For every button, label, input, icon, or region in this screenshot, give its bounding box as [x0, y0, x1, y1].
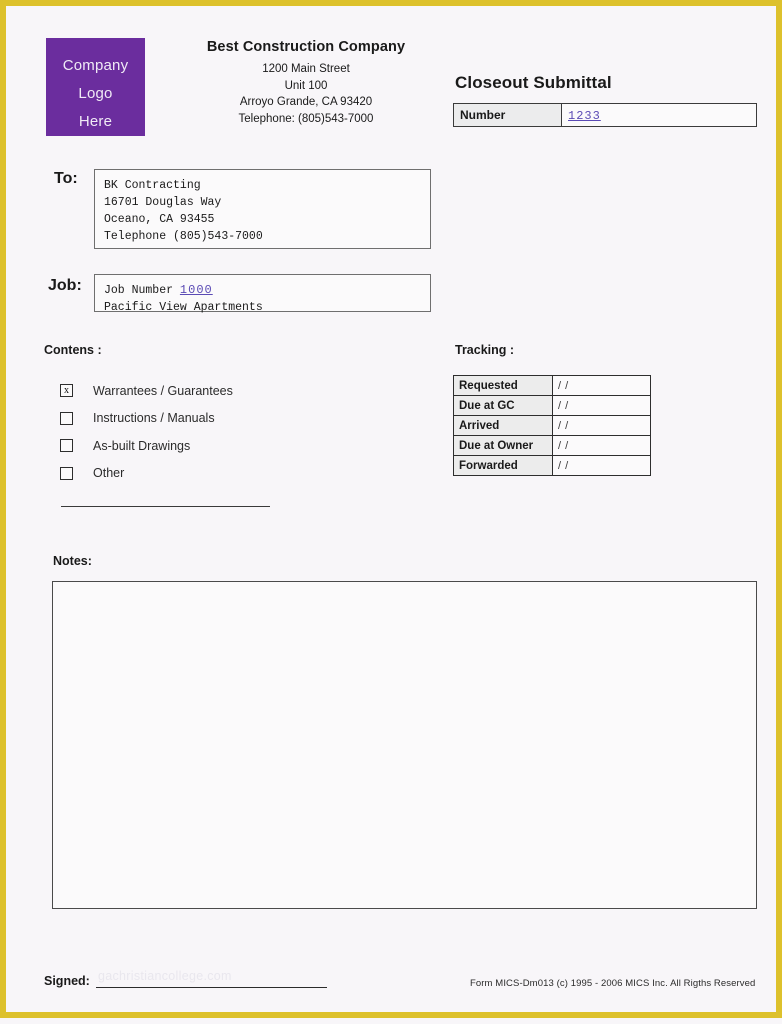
- checkbox-instructions-manuals[interactable]: [60, 411, 73, 425]
- signature-line[interactable]: [96, 987, 327, 988]
- company-address-line-3: Arroyo Grande, CA 93420: [239, 96, 373, 108]
- tracking-label-arrived: Arrived: [453, 415, 553, 436]
- notes-textarea[interactable]: [52, 581, 757, 909]
- list-item[interactable]: As-built Drawings: [60, 432, 233, 460]
- tracking-table: Requested / / Due at GC / / Arrived / / …: [453, 375, 651, 476]
- number-label: Number: [453, 103, 562, 127]
- recipient-address-box[interactable]: BK Contracting 16701 Douglas Way Oceano,…: [94, 169, 431, 249]
- other-write-in-rule[interactable]: [61, 506, 270, 507]
- job-number-prefix: Job Number: [104, 284, 174, 297]
- tracking-label-due-at-gc: Due at GC: [453, 395, 553, 416]
- table-row: Number 1233: [453, 103, 757, 127]
- tracking-label-forwarded: Forwarded: [453, 455, 553, 476]
- checkbox-as-built-drawings[interactable]: [60, 439, 73, 453]
- signed-label: Signed:: [44, 974, 90, 988]
- recipient-line-2: 16701 Douglas Way: [104, 196, 222, 209]
- tracking-caption: Tracking :: [455, 343, 515, 357]
- checkbox-warrantees-guarantees[interactable]: x: [60, 384, 73, 398]
- tracking-label-requested: Requested: [453, 375, 553, 396]
- logo-line-2: Logo: [78, 84, 113, 102]
- checkbox-other[interactable]: [60, 466, 73, 480]
- logo-line-3: Here: [78, 112, 113, 130]
- tracking-label-due-at-owner: Due at Owner: [453, 435, 553, 456]
- tracking-value-arrived[interactable]: / /: [552, 415, 651, 436]
- table-row: Requested / /: [453, 375, 651, 396]
- table-row: Due at Owner / /: [453, 435, 651, 456]
- checkbox-label-other: Other: [93, 466, 125, 481]
- form-copyright-credit: Form MICS-Dm013 (c) 1995 - 2006 MICS Inc…: [470, 978, 756, 989]
- checkbox-label-warrantees-guarantees: Warrantees / Guarantees: [93, 383, 233, 398]
- job-label: Job:: [48, 277, 82, 294]
- table-row: Arrived / /: [453, 415, 651, 436]
- page-title: Closeout Submittal: [455, 73, 612, 92]
- company-telephone: Telephone: (805)543-7000: [238, 112, 374, 125]
- recipient-line-4: Telephone (805)543-7000: [104, 230, 263, 243]
- checkbox-label-instructions-manuals: Instructions / Manuals: [93, 411, 215, 426]
- list-item[interactable]: Instructions / Manuals: [60, 405, 233, 433]
- company-address-line-2: Unit 100: [284, 79, 328, 92]
- company-info-block: Best Construction Company 1200 Main Stre…: [186, 39, 426, 127]
- company-address-line-1: 1200 Main Street: [262, 63, 350, 75]
- table-row: Forwarded / /: [453, 455, 651, 476]
- page-border: Company Logo Here Best Construction Comp…: [0, 0, 782, 1018]
- number-value-cell[interactable]: 1233: [561, 103, 757, 127]
- recipient-line-1: BK Contracting: [104, 179, 201, 192]
- tracking-value-due-at-owner[interactable]: / /: [552, 435, 651, 456]
- company-name: Best Construction Company: [206, 39, 406, 55]
- checkbox-label-as-built-drawings: As-built Drawings: [93, 438, 191, 453]
- notes-caption: Notes:: [53, 554, 92, 568]
- tracking-value-due-at-gc[interactable]: / /: [552, 395, 651, 416]
- tracking-value-forwarded[interactable]: / /: [552, 455, 651, 476]
- job-name: Pacific View Apartments: [104, 301, 263, 314]
- page-watermark: gachristiancollege.com: [98, 969, 232, 983]
- recipient-line-3: Oceano, CA 93455: [104, 213, 215, 226]
- list-item[interactable]: x Warrantees / Guarantees: [60, 377, 233, 405]
- company-logo-placeholder: Company Logo Here: [46, 38, 145, 136]
- contents-checkbox-list: x Warrantees / Guarantees Instructions /…: [60, 377, 233, 487]
- recipient-label: To:: [54, 170, 78, 187]
- contents-caption: Contens :: [44, 343, 102, 357]
- submittal-number-table: Number 1233: [453, 103, 757, 127]
- number-value[interactable]: 1233: [568, 109, 601, 123]
- job-number-line: Job Number 1000: [104, 282, 430, 299]
- tracking-value-requested[interactable]: / /: [552, 375, 651, 396]
- list-item[interactable]: Other: [60, 460, 233, 488]
- table-row: Due at GC / /: [453, 395, 651, 416]
- logo-line-1: Company: [62, 57, 129, 74]
- job-number-value[interactable]: 1000: [180, 283, 213, 297]
- job-info-box[interactable]: Job Number 1000 Pacific View Apartments: [94, 274, 431, 314]
- form-page: Company Logo Here Best Construction Comp…: [6, 6, 782, 1024]
